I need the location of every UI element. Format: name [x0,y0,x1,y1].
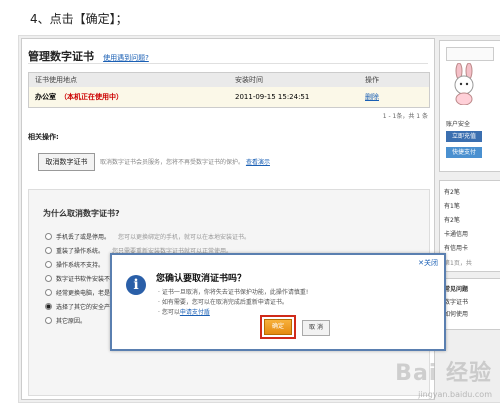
notice-item[interactable]: 有1笔 [444,201,460,210]
location-name: 办公室 [35,93,56,101]
watermark: Bai 经验 [395,361,492,386]
dialog-line: · 如有需要，您可以在取消完成后重新申请证书。 [158,299,288,306]
account-box: 账户安全 立即充值 快捷支付 [439,40,500,172]
related-label: 相关操作: [28,133,59,141]
reason-option[interactable]: 手机丢了或是停用。 您可以更换绑定的手机，就可以在本地安装证书。 [45,232,250,241]
highlight-box: 确定 [260,315,296,339]
status-badge: （本机正在使用中） [60,93,123,101]
cell-time: 2011-09-15 15:24:51 [235,93,310,101]
radio-icon[interactable] [45,247,52,254]
reason-option[interactable]: 操作系统不支持。 [45,260,104,269]
cancel-desc: 取消数字证书会员服务，您将不再受数字证书的保护。 查看演示 [100,157,270,166]
notice-item[interactable]: 有2笔 [444,187,460,196]
reason-option[interactable]: 其它原因。 [45,316,86,325]
reason-label: 其它原因。 [56,318,87,325]
recharge-button[interactable]: 立即充值 [446,131,482,142]
account-search-input[interactable] [446,47,494,61]
radio-icon[interactable] [45,317,52,324]
close-label: 关闭 [424,259,438,267]
faq-item[interactable]: 如何使用 [444,309,468,318]
cancel-cert-button[interactable]: 取消数字证书 [38,153,95,171]
table-header: 证书使用地点 安装时间 操作 [29,73,429,87]
radio-icon[interactable] [45,275,52,282]
page-header: 管理数字证书 使用遇到问题? [28,45,428,64]
dialog-line-apply: · 您可以申请支付盾 [158,307,210,316]
close-button[interactable]: ✕关闭 [418,258,438,268]
right-sidebar: 账户安全 立即充值 快捷支付 有2笔 有1笔 有2笔 卡通信用 有信用卡 第1页… [439,40,500,396]
table-row: 办公室 （本机正在使用中） 2011-09-15 15:24:51 删除 [29,87,429,107]
reason-label: 选择了其它的安全产品 [56,304,117,311]
faq-box: 常见问题 数字证书 如何使用 [439,278,500,330]
step-heading: 4、点击【确定】； [30,12,128,26]
faq-item[interactable]: 数字证书 [444,297,468,306]
notice-box: 有2笔 有1笔 有2笔 卡通信用 有信用卡 第1页，共 [439,180,500,272]
notice-item[interactable]: 有2笔 [444,215,460,224]
rabbit-mascot-icon [454,63,474,105]
col-time: 安装时间 [235,76,263,84]
reason-label: 重装了操作系统。 [56,248,105,255]
table-pager: 1 - 1条，共 1 条 [382,113,428,120]
reason-desc: 您可以更换绑定的手机，就可以在本地安装证书。 [118,234,251,241]
confirm-button[interactable]: 确定 [264,319,292,335]
reason-option-selected[interactable]: 选择了其它的安全产品 [45,302,116,311]
col-location: 证书使用地点 [35,76,77,84]
apply-link[interactable]: 申请支付盾 [180,309,210,316]
watermark-sub: jingyan.baidu.com [418,390,492,399]
radio-icon[interactable] [45,233,52,240]
notice-item[interactable]: 有信用卡 [444,243,468,252]
radio-selected-icon[interactable] [45,303,52,310]
demo-link[interactable]: 查看演示 [246,159,270,166]
help-link[interactable]: 使用遇到问题? [103,54,149,62]
radio-icon[interactable] [45,261,52,268]
dialog-cancel-button[interactable]: 取 消 [302,320,330,336]
dialog-title: 您确认要取消证书吗？ [156,274,247,284]
col-action: 操作 [365,76,379,84]
dialog-line: · 您可以 [158,309,180,316]
delete-link[interactable]: 删除 [365,92,425,102]
faq-title: 常见问题 [444,286,469,293]
dialog-line: · 证书一旦取消，你将失去证书保护功能，此操作请慎重! [158,289,309,296]
radio-icon[interactable] [45,289,52,296]
notice-item[interactable]: 卡通信用 [444,229,468,238]
cert-table: 证书使用地点 安装时间 操作 办公室 （本机正在使用中） 2011-09-15 1… [28,72,430,108]
why-title: 为什么取消数字证书? [43,209,120,218]
notice-pager: 第1页，共 [444,260,472,267]
account-text: 账户安全 [446,121,471,128]
confirm-dialog: ✕关闭 i 您确认要取消证书吗？ · 证书一旦取消，你将失去证书保护功能，此操作… [110,253,446,351]
reason-label: 操作系统不支持。 [56,262,105,269]
reason-label: 手机丢了或是停用。 [56,234,111,241]
cell-location: 办公室 （本机正在使用中） [29,92,235,102]
cancel-desc-text: 取消数字证书会员服务，您将不再受数字证书的保护。 [100,159,245,166]
fast-pay-button[interactable]: 快捷支付 [446,147,482,158]
page-title: 管理数字证书 [28,50,94,63]
info-icon: i [126,275,146,295]
